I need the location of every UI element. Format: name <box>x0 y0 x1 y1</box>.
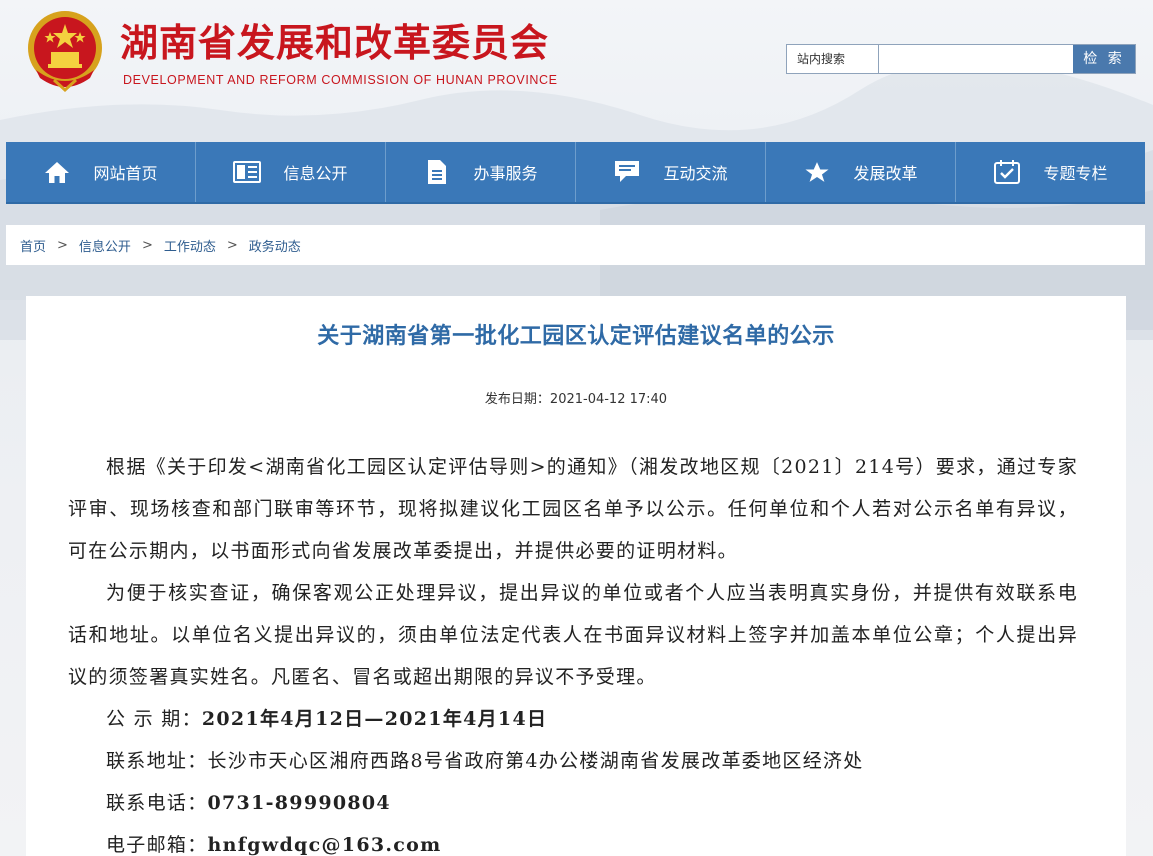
phone-value: 0731-89990804 <box>207 792 391 814</box>
chat-icon <box>613 159 641 185</box>
nav-item-services[interactable]: 办事服务 <box>386 142 576 202</box>
nav-item-development[interactable]: 发展改革 <box>766 142 956 202</box>
main-nav: 网站首页 信息公开 办事服务 互动交流 发展改革 专题专栏 <box>6 142 1145 204</box>
phone-label: 联系电话： <box>106 792 208 814</box>
breadcrumb-work-news[interactable]: 工作动态 <box>164 236 216 255</box>
site-name: 湖南省发展和改革委员会 <box>120 21 550 65</box>
article-title: 关于湖南省第一批化工园区认定评估建议名单的公示 <box>317 324 835 349</box>
nav-item-interaction[interactable]: 互动交流 <box>576 142 766 202</box>
national-emblem-logo <box>24 8 106 94</box>
calendar-check-icon <box>993 159 1021 185</box>
period-value: 2021年4月12日—2021年4月14日 <box>201 708 548 730</box>
search-button[interactable]: 检 索 <box>1073 45 1135 73</box>
home-icon <box>43 159 71 185</box>
nav-item-label: 网站首页 <box>93 164 158 183</box>
breadcrumb-separator: > <box>226 237 238 253</box>
star-icon <box>803 159 831 185</box>
nav-item-label: 发展改革 <box>853 164 918 183</box>
breadcrumb: 首页 > 信息公开 > 工作动态 > 政务动态 <box>6 225 1145 265</box>
paragraph: 根据《关于印发<湖南省化工园区认定评估导则>的通知》（湘发改地区规〔2021〕2… <box>68 456 1078 562</box>
publish-date: 发布日期：2021-04-12 17:40 <box>484 392 668 407</box>
nav-item-label: 信息公开 <box>283 164 348 183</box>
article: 关于湖南省第一批化工园区认定评估建议名单的公示 发布日期：2021-04-12 … <box>26 296 1126 856</box>
breadcrumb-separator: > <box>141 237 153 253</box>
nav-item-label: 办事服务 <box>473 164 538 183</box>
breadcrumb-info[interactable]: 信息公开 <box>79 236 131 255</box>
search-input[interactable] <box>880 45 1073 73</box>
site-name-english: DEVELOPMENT AND REFORM COMMISSION OF HUN… <box>123 73 558 87</box>
info-icon <box>233 159 262 185</box>
paragraph: 为便于核实查证，确保客观公正处理异议，提出异议的单位或者个人应当表明真实身份，并… <box>68 582 1078 688</box>
breadcrumb-gov-news[interactable]: 政务动态 <box>249 236 301 255</box>
nav-item-label: 专题专栏 <box>1043 164 1108 183</box>
email-label: 电子邮箱： <box>106 834 208 856</box>
nav-item-topics[interactable]: 专题专栏 <box>956 142 1145 202</box>
site-search: 站内搜索 检 索 <box>786 44 1136 74</box>
notice-period: 公 示 期：2021年4月12日—2021年4月14日 <box>68 698 1078 740</box>
email-value: hnfgwdqc@163.com <box>207 834 442 856</box>
nav-item-label: 互动交流 <box>663 164 728 183</box>
period-label: 公 示 期： <box>106 708 202 730</box>
breadcrumb-separator: > <box>57 237 68 253</box>
contact-phone: 联系电话：0731-89990804 <box>68 782 1078 824</box>
article-body: 根据《关于印发<湖南省化工园区认定评估导则>的通知》（湘发改地区规〔2021〕2… <box>68 446 1078 856</box>
site-header: 湖南省发展和改革委员会 DEVELOPMENT AND REFORM COMMI… <box>0 0 1153 140</box>
address-value: 长沙市天心区湘府西路8号省政府第4办公楼湖南省发展改革委地区经济处 <box>207 750 864 772</box>
search-label: 站内搜索 <box>787 45 879 73</box>
nav-item-info[interactable]: 信息公开 <box>196 142 386 202</box>
contact-address: 联系地址：长沙市天心区湘府西路8号省政府第4办公楼湖南省发展改革委地区经济处 <box>68 740 1078 782</box>
contact-email: 电子邮箱：hnfgwdqc@163.com <box>68 824 1078 856</box>
breadcrumb-home[interactable]: 首页 <box>20 236 46 255</box>
address-label: 联系地址： <box>106 750 208 772</box>
document-icon <box>423 159 451 185</box>
nav-item-home[interactable]: 网站首页 <box>6 142 196 202</box>
